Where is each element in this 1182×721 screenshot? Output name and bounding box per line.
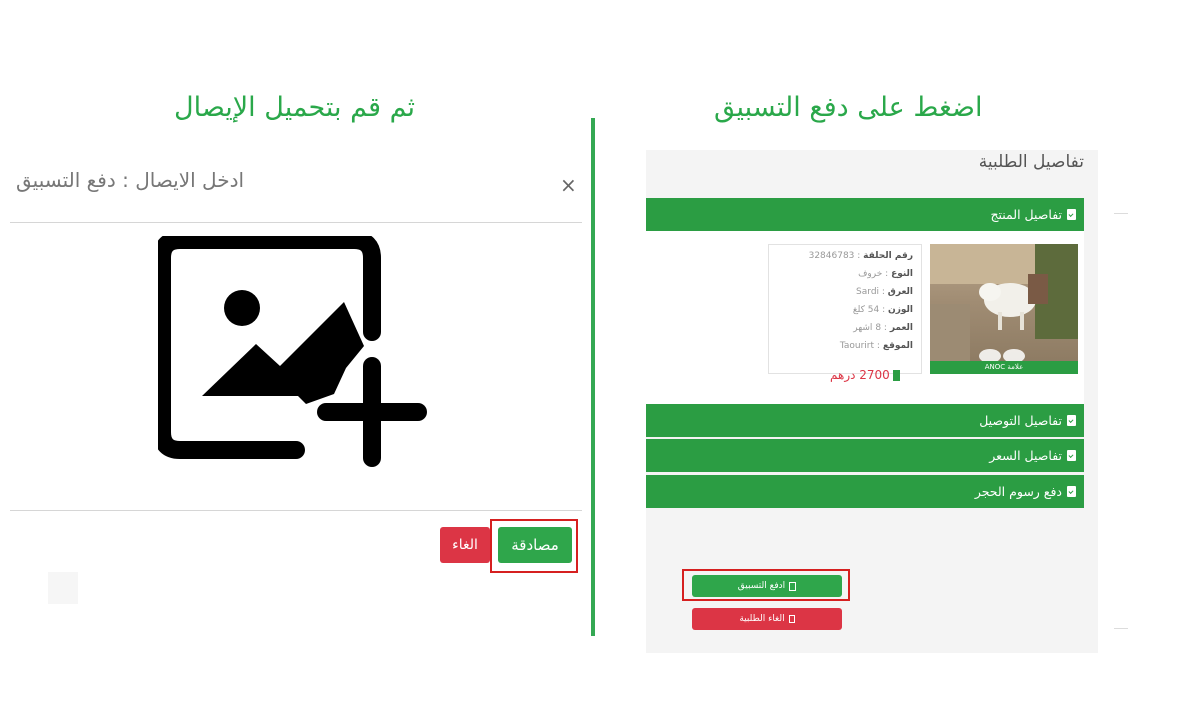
instruction-pay-advance: اضغط على دفع التسبيق [714, 92, 983, 123]
product-details-card: رقم الحلقة : 32846783 النوع : خروف العرق… [768, 244, 922, 374]
detail-ring-number: رقم الحلقة : 32846783 [808, 251, 913, 261]
confirm-highlight-box [490, 519, 578, 573]
add-image-icon[interactable] [158, 236, 434, 468]
instruction-upload-receipt: ثم قم بتحميل الإيصال [174, 92, 416, 123]
anoc-badge: علامة ANOC [930, 361, 1078, 374]
product-price: 2700 درهم [830, 368, 900, 382]
section-label: تفاصيل المنتج [990, 207, 1062, 222]
modal-divider [10, 510, 582, 511]
sheep-photo [930, 244, 1078, 374]
divider [1114, 628, 1128, 629]
clipboard-check-icon [1067, 450, 1076, 461]
divider [591, 118, 595, 636]
detail-location: الموقع : Taourirt [839, 341, 913, 351]
close-icon[interactable]: × [560, 173, 577, 197]
modal-divider [10, 222, 582, 223]
section-label: تفاصيل التوصيل [979, 413, 1062, 428]
detail-weight: الوزن : 54 كلغ [852, 305, 913, 315]
detail-type: النوع : خروف [858, 269, 913, 279]
clipboard-check-icon [1067, 415, 1076, 426]
pay-highlight-box [682, 569, 850, 601]
section-product-details[interactable]: تفاصيل المنتج [646, 198, 1084, 231]
section-label: دفع رسوم الحجر [974, 484, 1062, 499]
clipboard-check-icon [1067, 486, 1076, 497]
modal-title: ادخل الايصال : دفع التسبيق [16, 168, 245, 192]
section-quarantine-fees[interactable]: دفع رسوم الحجر [646, 475, 1084, 508]
trash-icon [788, 615, 795, 623]
section-delivery-details[interactable]: تفاصيل التوصيل [646, 404, 1084, 437]
divider [1114, 213, 1128, 214]
detail-age: العمر : 8 اشهر [853, 323, 913, 333]
section-price-details[interactable]: تفاصيل السعر [646, 439, 1084, 472]
cancel-button[interactable]: الغاء [440, 527, 490, 563]
section-label: تفاصيل السعر [989, 448, 1062, 463]
detail-breed: العرق : Sardi [856, 287, 913, 297]
section-label: الغاء الطلبية [739, 614, 785, 624]
placeholder-box [48, 572, 78, 604]
money-icon [892, 370, 900, 381]
cancel-order-button[interactable]: الغاء الطلبية [692, 608, 842, 630]
clipboard-check-icon [1067, 209, 1076, 220]
order-title: تفاصيل الطلبية [978, 152, 1084, 172]
